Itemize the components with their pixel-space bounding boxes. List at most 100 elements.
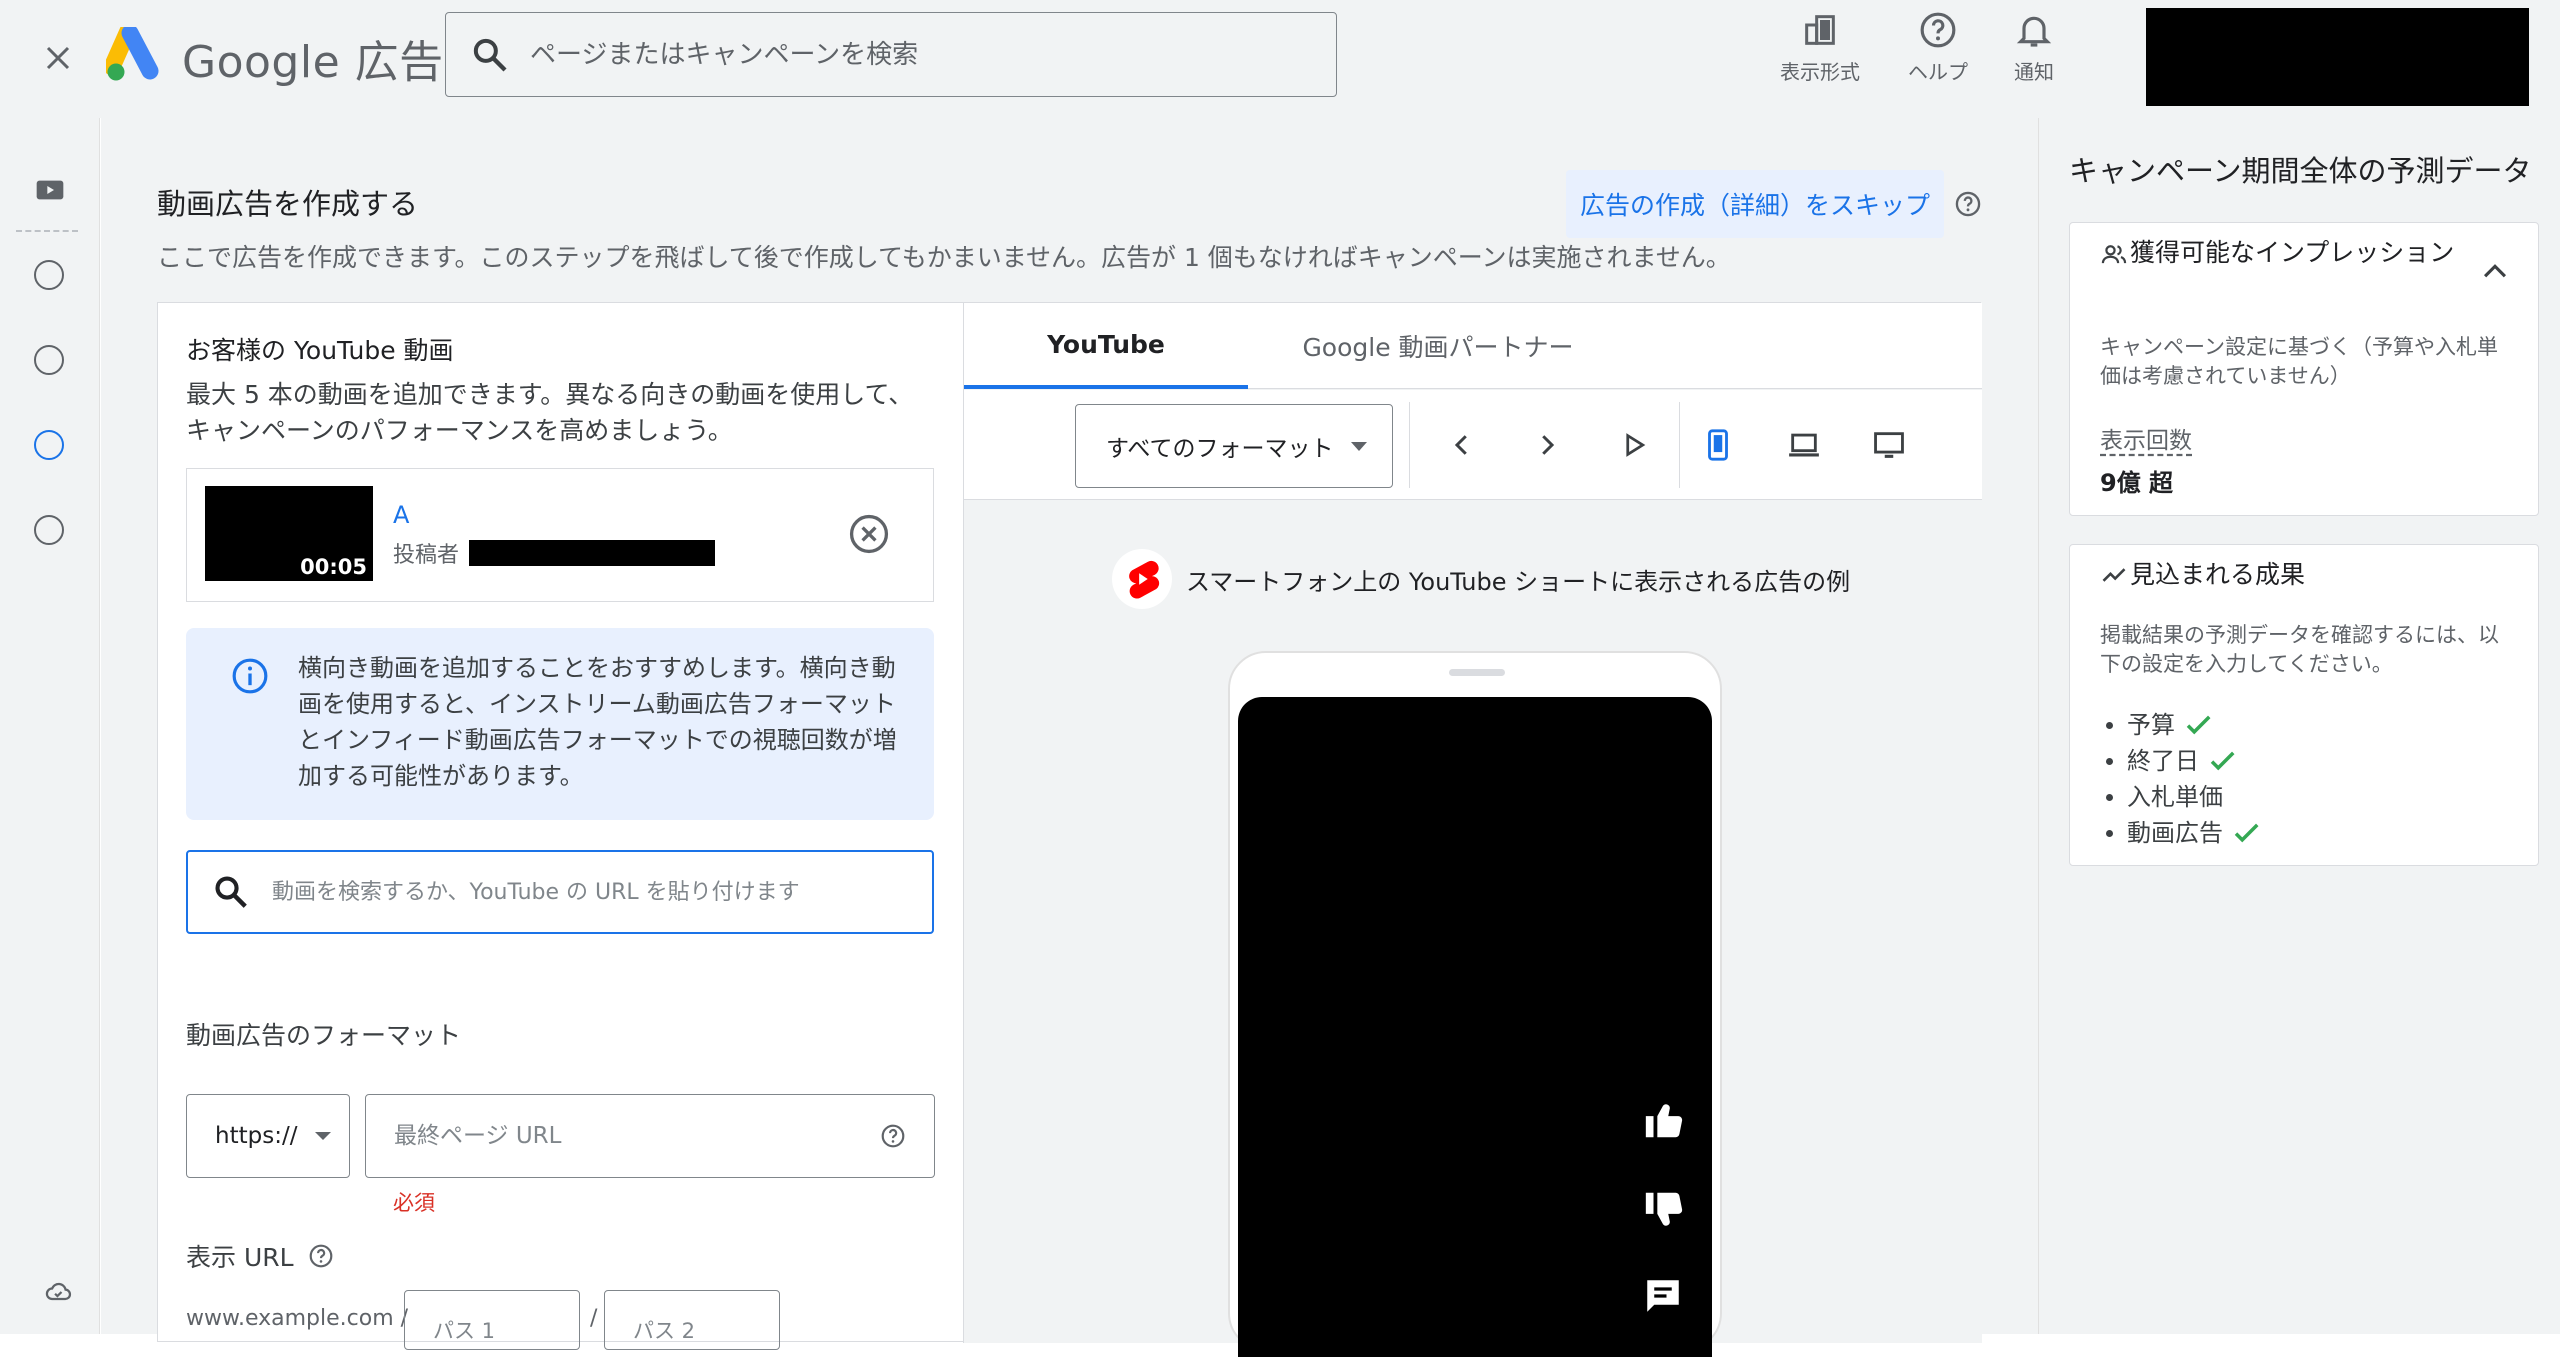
top-bar: Google 広告 表示形式 ヘルプ 通知 (0, 0, 2560, 118)
impressions-metric-label[interactable]: 表示回数 (2100, 421, 2192, 455)
final-url-input[interactable] (394, 1123, 844, 1149)
videos-section-title: お客様の YouTube 動画 (186, 336, 454, 365)
author-name-redacted (469, 540, 716, 566)
video-camera-icon (36, 180, 64, 200)
chevron-left-icon (1454, 435, 1467, 455)
page-title: 動画広告を作成する (157, 187, 419, 221)
format-select[interactable]: すべてのフォーマット (1075, 404, 1393, 488)
device-mobile-button[interactable] (1693, 420, 1743, 470)
toolbar-divider (1409, 402, 1410, 488)
play-icon (1626, 433, 1646, 457)
cloud-save-icon (45, 1282, 72, 1301)
device-desktop-button[interactable] (1864, 420, 1914, 470)
desktop-icon (1874, 432, 1904, 458)
requirement-end-date: 終了日 (2127, 747, 2199, 775)
path2-field[interactable]: パス 2 (604, 1290, 780, 1350)
help-circle-icon[interactable] (1954, 190, 1982, 218)
requirement-bid: 入札単価 (2127, 783, 2223, 811)
chevron-down-icon (315, 1132, 332, 1140)
display-url-label: 表示 URL (186, 1238, 334, 1274)
notifications-button[interactable]: 通知 (1984, 10, 2084, 85)
check-icon (2186, 715, 2211, 735)
search-icon (473, 38, 507, 72)
logo-text: Google 広告 (182, 37, 444, 88)
laptop-icon (1789, 433, 1819, 457)
bell-icon (2016, 16, 2052, 47)
steps-rail (0, 118, 100, 1334)
video-search-input[interactable] (272, 879, 912, 905)
dislike-icon (1645, 1192, 1683, 1226)
chevron-right-icon (1542, 435, 1555, 455)
author-label: 投稿者 (393, 543, 460, 568)
impressions-title: 獲得可能なインプレッション (2130, 238, 2455, 267)
like-icon (1645, 1104, 1683, 1138)
page-search[interactable] (445, 12, 1337, 97)
preview-caption: スマートフォン上の YouTube ショートに表示される広告の例 (1112, 549, 1850, 609)
skip-ad-creation-link[interactable]: 広告の作成（詳細）をスキップ (1566, 170, 1945, 238)
smartphone-icon (1708, 429, 1728, 461)
expected-results-card: 見込まれる成果 掲載結果の予測データを確認するには、以下の設定を入力してください… (2069, 544, 2539, 866)
step-indicator-current[interactable] (34, 430, 64, 460)
video-search-field[interactable] (186, 850, 934, 934)
requirement-budget: 予算 (2127, 711, 2175, 739)
check-icon (2234, 823, 2259, 843)
video-title[interactable]: A (393, 501, 409, 529)
help-circle-icon[interactable] (880, 1123, 906, 1149)
path-separator: / (590, 1306, 598, 1331)
tab-google-video-partners[interactable]: Google 動画パートナー (1248, 303, 1628, 389)
account-area-redacted[interactable] (2146, 8, 2529, 106)
appearance-icon (1805, 15, 1835, 45)
videos-section-description: 最大 5 本の動画を追加できます。異なる向きの動画を使用して、キャンペーンのパフ… (186, 380, 914, 445)
ad-preview-screen (1238, 697, 1712, 1357)
help-button[interactable]: ヘルプ (1888, 10, 1988, 85)
appearance-button[interactable]: 表示形式 (1770, 10, 1870, 85)
preview-caption-text: スマートフォン上の YouTube ショートに表示される広告の例 (1186, 567, 1851, 596)
search-input[interactable] (530, 39, 1290, 70)
display-url-prefix: www.example.com / (186, 1306, 409, 1331)
video-thumbnail[interactable]: 00:05 (205, 486, 373, 581)
requirement-video-ad: 動画広告 (2127, 819, 2223, 847)
people-icon (2101, 245, 2127, 264)
info-icon (232, 658, 268, 694)
check-icon (2210, 751, 2235, 771)
requirements-list: 予算 終了日 入札単価 動画広告 (2100, 707, 2263, 851)
ad-format-label: 動画広告のフォーマット (186, 1021, 462, 1050)
close-icon (46, 46, 70, 70)
ad-creation-card: お客様の YouTube 動画 最大 5 本の動画を追加できます。異なる向きの動… (157, 302, 1982, 1357)
path1-field[interactable]: パス 1 (404, 1290, 580, 1350)
remove-video-icon[interactable] (847, 512, 891, 556)
display-url-title: 表示 URL (186, 1243, 294, 1272)
final-url-field[interactable] (365, 1094, 935, 1178)
list-item: 動画広告 (2100, 815, 2263, 851)
video-author: 投稿者 (393, 537, 716, 569)
expected-results-description: 掲載結果の予測データを確認するには、以下の設定を入力してください。 (2100, 623, 2499, 676)
impressions-subtitle: キャンペーン設定に基づく（予算や入札単価は考慮されていません） (2100, 335, 2498, 388)
phone-speaker (1449, 669, 1505, 676)
help-circle-icon[interactable] (308, 1243, 334, 1269)
selected-video-item[interactable]: 00:05 A 投稿者 (186, 468, 934, 602)
protocol-select[interactable]: https:// (186, 1094, 350, 1178)
comment-icon (1647, 1280, 1679, 1312)
notifications-label: 通知 (2014, 60, 2054, 84)
chevron-up-icon[interactable] (2478, 255, 2512, 289)
format-select-value: すべてのフォーマット (1106, 436, 1334, 462)
previous-button[interactable] (1437, 420, 1487, 470)
youtube-shorts-icon (1112, 549, 1172, 609)
next-button[interactable] (1522, 420, 1572, 470)
tab-youtube[interactable]: YouTube (964, 303, 1248, 389)
step-indicator-1[interactable] (34, 260, 64, 290)
main-content: 動画広告を作成する 広告の作成（詳細）をスキップ ここで広告を作成できます。この… (101, 118, 2038, 1357)
help-icon (1920, 12, 1956, 48)
step-indicator-2[interactable] (34, 345, 64, 375)
close-button[interactable] (30, 30, 86, 86)
forecast-sidebar: キャンペーン期間全体の予測データ 獲得可能なインプレッション キャンペーン設定に… (2038, 118, 2560, 1334)
appearance-label: 表示形式 (1780, 60, 1860, 84)
device-laptop-button[interactable] (1779, 420, 1829, 470)
list-item: 予算 (2100, 707, 2263, 743)
search-icon (215, 876, 247, 908)
expected-results-title: 見込まれる成果 (2130, 560, 2306, 589)
required-error: 必須 (393, 1191, 435, 1215)
play-button[interactable] (1609, 420, 1659, 470)
orientation-info-box: 横向き動画を追加することをおすすめします。横向き動画を使用すると、インストリーム… (186, 628, 934, 820)
step-indicator-4[interactable] (34, 515, 64, 545)
